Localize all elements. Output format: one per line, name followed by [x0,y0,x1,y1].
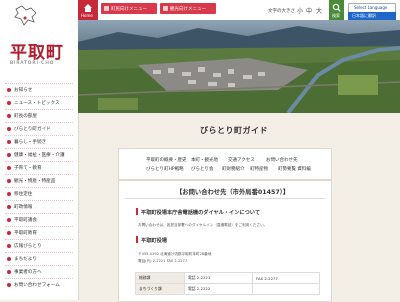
sidebar-item-pr[interactable]: 広報びらとり [5,239,73,252]
link-hp-strategy[interactable]: びらとり町HP戦略 [146,166,184,172]
phone-cell: 電話 2-2222 [183,283,254,295]
bullet-icon [7,270,11,274]
address-line: 〒055-0192 北海道沙流郡平取町本町28番地 [138,252,212,256]
phone-line: 電話(代) 2-2221 FAX 2-2277 [138,259,188,263]
aerial-town-photo [78,20,400,113]
table-row: まちづくり課 電話 2-2222 [135,283,320,295]
sidebar-item-board[interactable]: 平取町教育 [5,226,73,239]
bullet-icon [7,166,11,170]
home-icon [84,4,92,12]
bullet-icon [7,205,11,209]
logo-subtitle: BIRATORI·CHO [10,61,55,66]
sidebar-item-business[interactable]: 事業者の方へ [5,265,73,278]
bullet-icon [7,218,11,222]
section-marker [136,208,138,215]
fax-cell [252,283,320,295]
search-button[interactable]: 検索 [329,0,344,20]
font-size-medium-button[interactable]: 中 [306,6,312,15]
tourist-menu-button[interactable]: 観光向けメニュー [160,3,216,14]
link-overview[interactable]: 平取町の概要・歴史 [146,157,187,163]
sidebar: 平取町 BIRATORI·CHO お知らせ ニュース・トピックス 町長の部屋 び… [0,0,79,300]
bullet-icon [7,231,11,235]
bullet-icon [7,101,11,105]
bullet-icon [7,153,11,157]
divider [125,198,325,199]
link-statistics[interactable]: 町勢要覧 資料編 [278,166,311,172]
link-products[interactable]: 町特産物 [250,166,268,172]
translate-button[interactable]: 日本語に翻訳 [348,12,396,20]
contact-heading: 【お問い合わせ先（市外局番01457）】 [176,189,290,196]
section-marker [136,236,138,243]
dial-in-text: お問い合わせは、各担当部署へのダイヤルイン（直通電話）をご利用ください。 [138,223,268,227]
menu-icon [163,6,168,11]
logo-title[interactable]: 平取町 [10,38,64,63]
font-size-label: 文字の大きさ [268,9,295,14]
bullet-icon [7,283,11,287]
sidebar-item-contact-form[interactable]: お問い合わせフォーム [5,278,73,291]
sidebar-item-town-news[interactable]: まちだより [5,252,73,265]
sidebar-item-government[interactable]: 町政情報 [5,200,73,213]
link-sightseeing[interactable]: 本町・観光地 [191,157,218,163]
dial-in-heading: 平取町役場本庁舎電話機のダイヤル・インについて [141,210,261,216]
sidebar-item-education[interactable]: 子育て・教育 [5,161,73,174]
menu-icon [104,6,109,11]
resident-menu-button[interactable]: 町民向けメニュー [101,3,157,14]
sidebar-item-assembly[interactable]: 平取町議会 [5,213,73,226]
phone-cell: 電話 2-2221 [183,272,254,284]
bullet-icon [7,88,11,92]
department-cell: 総務課 [135,272,185,284]
bullet-icon [7,127,11,131]
guide-links-box [118,148,332,180]
font-size-large-button[interactable]: 大 [316,6,322,15]
sidebar-item-tourism[interactable]: 観光・物産・特産品 [5,174,73,187]
sidebar-item-guide[interactable]: びらとり町ガイド [5,122,73,135]
page-title: びらとり町ガイド [200,126,268,135]
hokkaido-map-icon [14,5,37,26]
sidebar-item-topics[interactable]: ニュース・トピックス [5,96,73,109]
search-icon [332,3,341,12]
sidebar-item-living[interactable]: 暮らし・手続き [5,135,73,148]
link-finance[interactable]: 町財務紹介 [222,166,245,172]
town-office-heading: 平取町役場 [141,238,167,244]
bullet-icon [7,192,11,196]
sidebar-item-mayor[interactable]: 町長の部屋 [5,109,73,122]
link-contact[interactable]: お問い合わせ先 [266,157,298,163]
bullet-icon [7,179,11,183]
sidebar-item-migration[interactable]: 移住定住 [5,187,73,200]
bullet-icon [7,114,11,118]
link-access[interactable]: 交通アクセス [228,157,255,163]
sidebar-item-health[interactable]: 健康・福祉・医療・介護 [5,148,73,161]
sidebar-item-news[interactable]: お知らせ [5,83,73,96]
fax-cell: FAX 2-2277 [252,272,320,284]
bullet-icon [7,140,11,144]
home-button[interactable]: Home [78,0,98,20]
bullet-icon [7,244,11,248]
department-cell: まちづくり課 [135,283,185,295]
link-biratori-kai[interactable]: びらとり会 [191,166,214,172]
bullet-icon [7,257,11,261]
table-row: 総務課 電話 2-2221 FAX 2-2277 [135,272,320,284]
department-phone-table: 総務課 電話 2-2221 FAX 2-2277 まちづくり課 電話 2-222… [135,272,320,295]
font-size-small-button[interactable]: 小 [297,6,303,15]
